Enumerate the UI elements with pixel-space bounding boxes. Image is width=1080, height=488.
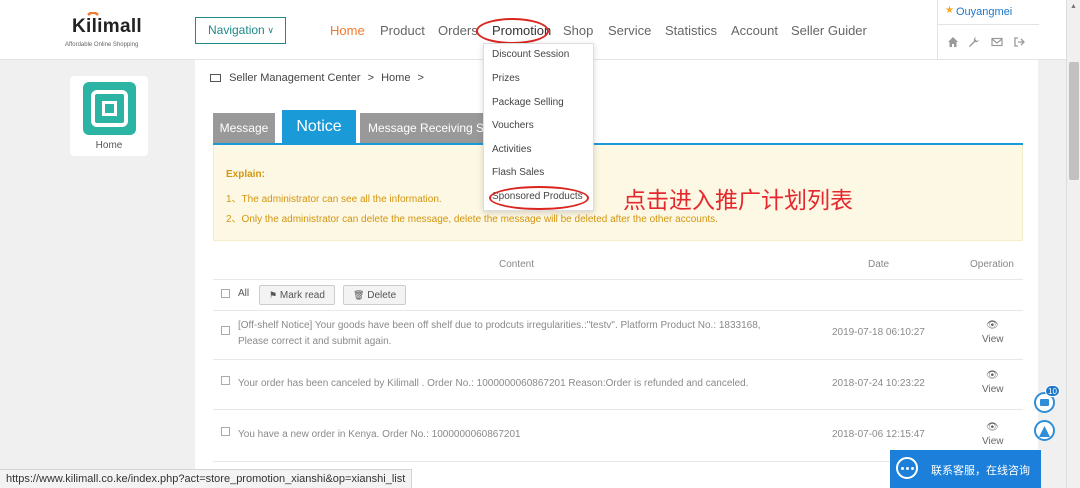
row-view-link[interactable]: View (982, 436, 1004, 447)
trash-icon: 🗑 (353, 290, 365, 300)
online-chat-button[interactable]: 联系客服，在线咨询 (890, 450, 1041, 488)
tab-notice[interactable]: Notice (282, 110, 356, 143)
menu-service[interactable]: Service (608, 23, 651, 38)
table-row: Your order has been canceled by Kilimall… (213, 360, 1023, 410)
row-date: 2019-07-18 06:10:27 (832, 327, 925, 338)
wrench-icon[interactable] (967, 36, 981, 50)
row-content-line-2: Please correct it and submit again. (238, 336, 392, 347)
dropdown-item-vouchers[interactable]: Vouchers (492, 120, 534, 131)
mail-icon[interactable] (990, 36, 1004, 50)
menu-account[interactable]: Account (731, 23, 778, 38)
logo-tagline: Affordable Online Shopping (65, 42, 139, 48)
eye-icon[interactable]: 👁 (986, 370, 999, 381)
home-shortcut-card[interactable]: Home (70, 76, 148, 156)
breadcrumb-separator: > (367, 72, 375, 84)
row-date: 2018-07-06 12:15:47 (832, 429, 925, 440)
menu-product[interactable]: Product (380, 23, 425, 38)
menu-orders[interactable]: Orders (438, 23, 478, 38)
logout-icon[interactable] (1012, 36, 1026, 50)
chat-bubble-icon (896, 457, 918, 479)
page-scrollbar[interactable]: ▲ (1066, 0, 1080, 488)
navigation-select-label: Navigation (208, 23, 265, 37)
eye-icon[interactable]: 👁 (986, 422, 999, 433)
delete-button[interactable]: 🗑 Delete (343, 285, 407, 305)
menu-home[interactable]: Home (330, 23, 365, 38)
home-icon[interactable] (946, 36, 960, 50)
row-view-link[interactable]: View (982, 334, 1004, 345)
flag-icon: ⚑ (269, 290, 278, 300)
menu-statistics[interactable]: Statistics (665, 23, 717, 38)
dropdown-item-activities[interactable]: Activities (492, 144, 531, 155)
header-operation: Operation (970, 259, 1014, 270)
user-name[interactable]: Ouyangmei (956, 6, 1012, 18)
tab-message[interactable]: Message (213, 113, 275, 143)
chat-label: 联系客服，在线咨询 (931, 465, 1030, 477)
breadcrumb-separator-trailing: > (417, 72, 424, 84)
table-row: [Off-shelf Notice] Your goods have been … (213, 312, 1023, 360)
promotion-highlight-circle (476, 18, 549, 44)
row-checkbox[interactable] (221, 376, 230, 385)
home-float-button[interactable] (1034, 420, 1055, 441)
scroll-thumb[interactable] (1069, 62, 1079, 180)
navigation-select[interactable]: Navigation ∨ (195, 17, 286, 44)
table-header: Content Date Operation (213, 250, 1023, 280)
row-checkbox[interactable] (221, 326, 230, 335)
kilimall-logo[interactable]: Kilimall Affordable Online Shopping (58, 12, 158, 54)
annotation-text: 点击进入推广计划列表 (623, 187, 853, 213)
house-icon (1039, 426, 1050, 437)
dropdown-item-flash-sales[interactable]: Flash Sales (492, 167, 544, 178)
row-checkbox[interactable] (221, 427, 230, 436)
chevron-down-icon: ∨ (267, 25, 274, 35)
row-content-line-1: [Off-shelf Notice] Your goods have been … (238, 320, 761, 331)
explain-line-1: 1、The administrator can see all the info… (226, 194, 442, 205)
header-date: Date (868, 259, 890, 270)
bulk-actions-row: All ⚑ Mark read 🗑 Delete (213, 281, 1023, 311)
main-content: Seller Management Center > Home > Messag… (195, 60, 1038, 488)
user-divider (938, 24, 1039, 25)
status-bar-url: https://www.kilimall.co.ke/index.php?act… (0, 469, 413, 488)
row-view-link[interactable]: View (982, 384, 1004, 395)
dropdown-item-prizes[interactable]: Prizes (492, 73, 520, 84)
dropdown-item-package-selling[interactable]: Package Selling (492, 97, 564, 108)
dropdown-item-discount-session[interactable]: Discount Session (492, 49, 569, 60)
select-all-checkbox[interactable] (221, 289, 230, 298)
menu-seller-guider[interactable]: Seller Guider (791, 23, 867, 38)
scroll-up-arrow-icon[interactable]: ▲ (1070, 3, 1077, 10)
eye-icon[interactable]: 👁 (986, 320, 999, 331)
explain-title: Explain: (226, 169, 265, 180)
monitor-icon (210, 74, 221, 82)
menu-shop[interactable]: Shop (563, 23, 593, 38)
message-icon (1040, 399, 1049, 406)
header-content: Content (499, 259, 535, 270)
breadcrumb-root[interactable]: Seller Management Center (229, 72, 360, 84)
mark-read-button[interactable]: ⚑ Mark read (259, 285, 335, 305)
sponsored-products-highlight-circle (489, 186, 589, 210)
row-content-line-1: Your order has been canceled by Kilimall… (238, 378, 749, 389)
breadcrumb-current[interactable]: Home (381, 72, 410, 84)
home-shortcut-label: Home (95, 140, 123, 151)
row-content-line-1: You have a new order in Kenya. Order No.… (238, 429, 521, 440)
user-panel: ★ Ouyangmei (937, 0, 1039, 60)
home-app-icon (83, 82, 136, 135)
user-star-icon: ★ (945, 5, 954, 16)
select-all-label: All (238, 288, 250, 299)
message-count-badge: 10 (1045, 385, 1060, 397)
tab-message-receiving-settings[interactable]: Message Receiving Settings (360, 113, 490, 143)
logo-wordmark: Kilimall (72, 16, 142, 37)
explain-box: Explain: 1、The administrator can see all… (213, 145, 1023, 241)
breadcrumb: Seller Management Center > Home > (210, 72, 424, 84)
row-date: 2018-07-24 10:23:22 (832, 378, 925, 389)
